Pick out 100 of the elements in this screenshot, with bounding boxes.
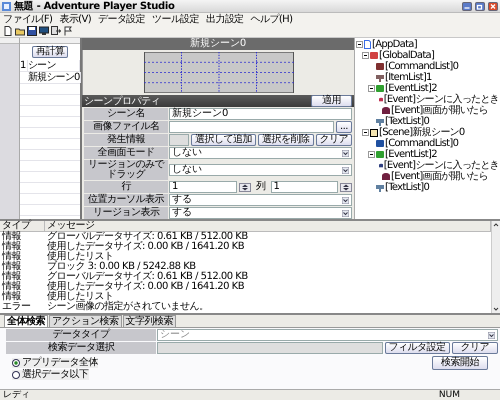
caret-icon [342,196,349,204]
row-number: 1 [20,60,28,71]
collapse-icon[interactable] [362,52,369,59]
box-icon [382,107,390,114]
recalculate-button[interactable]: 再計算 [32,46,68,58]
tree-item[interactable]: [CommandList]0 [385,138,458,148]
number-field[interactable]: 1 [270,181,338,193]
table-cell-text: 情報 [0,272,22,282]
scene-list-item[interactable]: シーン [28,60,80,71]
tree-item[interactable]: [Event]シーンに入ったとき [384,94,499,104]
text-field[interactable]: 新規シーン0 [169,108,352,120]
action-button[interactable]: クリア [316,134,352,146]
menu-item[interactable]: ファイル(F) [3,14,52,24]
tree-item[interactable]: [EventList]2 [385,84,437,94]
dropdown[interactable]: シーン [157,329,498,341]
tree-item[interactable]: [Event]画面が開いたら [391,106,488,116]
panel-title: シーンプロパティ [84,96,160,106]
tree-item[interactable]: [Event]シーンに入ったとき [384,160,499,170]
browse-button[interactable]: ... [336,121,352,133]
menu-item[interactable]: 表示(V) [59,14,92,24]
close-button[interactable] [488,2,498,10]
collapse-icon[interactable] [356,41,363,48]
app-icon [2,2,11,10]
tab[interactable]: アクション検索 [49,315,122,327]
tree-item[interactable]: [CommandList]0 [385,62,458,72]
radio-button[interactable]: アプリデータ全体 [12,358,98,368]
clear-button[interactable]: クリア [452,342,498,354]
tree-item[interactable]: [AppData] [372,40,417,50]
property-label: リージョンのみでドラッグ [84,160,168,180]
apply-button[interactable]: 適用 [311,95,352,107]
action-button[interactable]: 選択して追加 [191,134,256,146]
property-label: 発生情報 [84,134,168,146]
action-button[interactable]: 選択を削除 [258,134,314,146]
tree-item[interactable]: [TextList]0 [385,182,430,192]
table-cell-text: 使用したデータサイズ: 0.00 KB / 1641.20 KB [46,282,246,292]
box-icon [378,162,383,169]
menu-item[interactable]: ヘルプ(H) [250,14,292,24]
collapse-icon[interactable] [368,85,375,92]
menu-item[interactable]: 出力設定 [206,14,244,24]
tree-item[interactable]: [ItemList]1 [385,72,432,82]
flag-icon[interactable] [63,26,73,36]
dropdown[interactable]: する [169,194,352,206]
dropdown[interactable]: する [169,207,352,219]
table-cell-text: 情報 [0,282,22,292]
monitor-icon[interactable] [39,26,49,36]
minimize-button[interactable] [462,2,472,10]
table-cell-text: 情報 [0,262,22,272]
table-cell-text: シーン画像の指定がされていません。 [46,302,210,312]
table-cell-text: エラー [1,302,32,312]
scene-list-item[interactable]: 新規シーン0 [28,72,81,83]
canvas-title: 新規シーン0 [82,38,354,50]
status-text: レディ [3,390,30,400]
restore-button[interactable] [475,2,485,10]
sign-icon [376,184,384,192]
scrollbar[interactable] [491,221,500,313]
box-icon [378,96,383,103]
text-field[interactable] [157,342,382,354]
table-cell-text: ブロック 3: 0.00 KB / 5242.88 KB [46,262,196,272]
property-label: リージョン表示 [84,207,168,219]
field-label: データタイプ [6,329,156,341]
text-field[interactable] [169,121,334,133]
caret-icon [342,150,349,156]
table-cell-text: 情報 [0,242,22,252]
table-cell-text: 使用したデータサイズ: 0.00 KB / 1641.20 KB [46,242,246,252]
folder-icon [376,85,384,92]
menu-item[interactable]: ツール設定 [152,14,200,24]
property-label: 位置カーソル表示 [84,194,168,206]
table-cell-text: 情報 [0,292,22,302]
sign-icon [376,74,384,82]
caret-icon [488,332,495,338]
tree-item[interactable]: [TextList]0 [385,116,430,126]
spin-button[interactable] [340,182,352,192]
tab[interactable]: 文字列検索 [122,315,176,327]
export-icon[interactable] [51,26,61,36]
caret-icon [342,210,349,216]
search-button[interactable]: 検索開始 [432,356,488,370]
sign-icon [376,118,384,126]
tree-item[interactable]: [EventList]2 [385,150,437,160]
save-icon[interactable] [27,26,37,36]
collapse-icon[interactable] [362,129,369,136]
tab[interactable]: 全体検索 [4,315,48,327]
filter-button[interactable]: フィルタ設定 [384,342,450,354]
number-field[interactable]: 1 [169,181,236,193]
dropdown[interactable]: しない [169,164,352,176]
spin-button[interactable] [238,182,250,192]
collapse-icon[interactable] [368,151,375,158]
table-cell-text: 情報 [0,232,22,242]
property-label: 画像ファイル名 [84,121,168,133]
tree-item[interactable]: [GlobalData] [379,50,434,60]
caret-icon [342,166,349,174]
menu-item[interactable]: データ設定 [98,14,146,24]
num-lock-indicator: NUM [438,390,460,400]
table-cell-text: 使用したリスト [46,252,114,262]
box-icon [382,173,390,180]
property-label: 行 [84,181,168,193]
property-label: シーン名 [84,108,168,120]
tree-item[interactable]: [Event]画面が開いたら [391,172,488,182]
dropdown[interactable]: しない [169,147,352,159]
radio-button[interactable]: 選択データ以下 [12,370,88,380]
tree-item[interactable]: [Scene]新規シーン0 [379,128,465,138]
